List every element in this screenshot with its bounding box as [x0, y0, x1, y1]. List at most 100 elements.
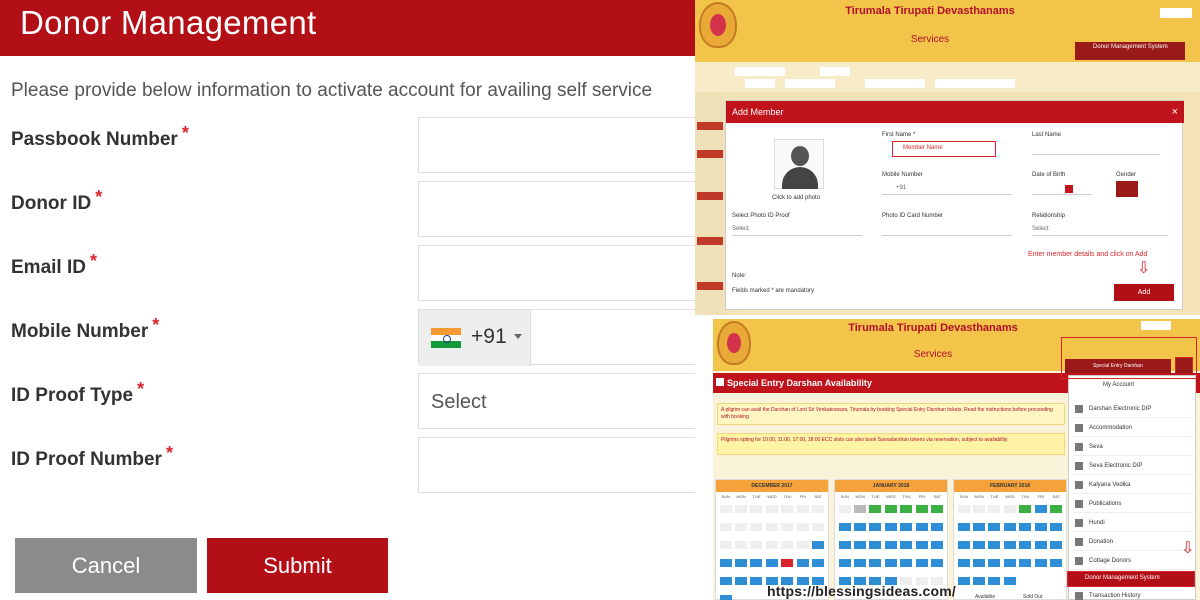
calendar-day[interactable] [750, 541, 763, 549]
add-button[interactable]: Add [1114, 284, 1174, 301]
menu-my-account[interactable]: My Account [1073, 378, 1193, 394]
calendar-day[interactable] [957, 505, 970, 513]
calendar-day[interactable] [811, 541, 824, 549]
calendar-day[interactable] [973, 541, 986, 549]
calendar-day[interactable] [811, 559, 824, 567]
calendar-day[interactable] [854, 505, 867, 513]
calendar-day[interactable] [957, 577, 970, 585]
calendar-day[interactable] [869, 541, 882, 549]
close-icon[interactable]: × [1172, 101, 1178, 123]
menu-item-8[interactable]: Cottage Donors [1073, 554, 1193, 570]
calendar-day[interactable] [973, 523, 986, 531]
calendar-day[interactable] [1003, 541, 1016, 549]
calendar-day[interactable] [735, 541, 748, 549]
calendar-day[interactable] [750, 523, 763, 531]
calendar-day[interactable] [796, 505, 809, 513]
menu-item-2[interactable]: Seva [1073, 440, 1193, 456]
calendar-day[interactable] [838, 559, 851, 567]
calendar-day[interactable] [811, 505, 824, 513]
donor-management-menu-button[interactable]: Donor Management System [1075, 42, 1185, 60]
calendar-day[interactable] [1003, 559, 1016, 567]
calendar-day[interactable] [1003, 523, 1016, 531]
calendar-day[interactable] [1049, 523, 1062, 531]
calendar-day[interactable] [719, 541, 732, 549]
id-proof-number-input[interactable] [418, 437, 695, 493]
calendar-day[interactable] [930, 541, 943, 549]
calendar-day[interactable] [1019, 505, 1032, 513]
calendar-day[interactable] [781, 523, 794, 531]
passbook-number-input[interactable] [418, 117, 695, 173]
calendar-day[interactable] [765, 559, 778, 567]
menu-item-4[interactable]: Kalyana Vedika [1073, 478, 1193, 494]
calendar-day[interactable] [750, 505, 763, 513]
country-code-dropdown[interactable]: +91 [419, 310, 531, 366]
calendar-day[interactable] [930, 559, 943, 567]
calendar-day[interactable] [854, 523, 867, 531]
calendar-day[interactable] [1034, 523, 1047, 531]
calendar-day[interactable] [988, 577, 1001, 585]
calendar-day[interactable] [1034, 505, 1047, 513]
top-link[interactable] [1160, 8, 1192, 18]
calendar-day[interactable] [838, 505, 851, 513]
calendar-day[interactable] [765, 505, 778, 513]
calendar-day[interactable] [735, 577, 748, 585]
calendar-day[interactable] [765, 541, 778, 549]
calendar-day[interactable] [1049, 541, 1062, 549]
menu-item-5[interactable]: Publications [1073, 497, 1193, 513]
calendar-day[interactable] [735, 505, 748, 513]
login-link[interactable] [1141, 321, 1171, 330]
calendar-day[interactable] [781, 505, 794, 513]
calendar-day[interactable] [884, 523, 897, 531]
first-name-input[interactable]: Member Name [892, 141, 996, 157]
calendar-day[interactable] [915, 559, 928, 567]
calendar-day[interactable] [750, 577, 763, 585]
calendar-day[interactable] [900, 559, 913, 567]
calendar-day[interactable] [854, 541, 867, 549]
calendar-day[interactable] [900, 505, 913, 513]
calendar-day[interactable] [750, 559, 763, 567]
calendar-day[interactable] [900, 541, 913, 549]
calendar-day[interactable] [796, 523, 809, 531]
calendar-day[interactable] [988, 505, 1001, 513]
calendar-day[interactable] [957, 541, 970, 549]
mobile-number-input[interactable]: +91 [418, 309, 695, 366]
calendar-day[interactable] [988, 523, 1001, 531]
calendar-day[interactable] [930, 505, 943, 513]
avatar-placeholder-icon[interactable] [774, 139, 824, 189]
calendar-day[interactable] [811, 523, 824, 531]
calendar-day[interactable] [1019, 541, 1032, 549]
menu-item-1[interactable]: Accommodation [1073, 421, 1193, 437]
menu-item-7[interactable]: Donation [1073, 535, 1193, 551]
calendar-day[interactable] [719, 505, 732, 513]
calendar-day[interactable] [838, 541, 851, 549]
dob-input[interactable] [1032, 181, 1092, 195]
calendar-grid[interactable] [954, 499, 1066, 593]
calendar-day[interactable] [884, 505, 897, 513]
calendar-day[interactable] [869, 523, 882, 531]
calendar-day[interactable] [973, 505, 986, 513]
home-icon[interactable] [716, 378, 724, 386]
calendar-day[interactable] [735, 523, 748, 531]
calendar-day[interactable] [719, 577, 732, 585]
last-name-input[interactable] [1032, 141, 1160, 155]
calendar-day[interactable] [796, 559, 809, 567]
calendar-day[interactable] [781, 559, 794, 567]
calendar-day[interactable] [957, 523, 970, 531]
calendar-day[interactable] [884, 541, 897, 549]
calendar-grid[interactable] [835, 499, 947, 593]
id-proof-type-select[interactable]: Select [418, 373, 695, 429]
calendar-day[interactable] [854, 559, 867, 567]
menu-item-6[interactable]: Hundi [1073, 516, 1193, 532]
calendar-day[interactable] [765, 523, 778, 531]
calendar-day[interactable] [869, 559, 882, 567]
calendar-day[interactable] [988, 541, 1001, 549]
calendar-day[interactable] [1003, 577, 1016, 585]
calendar-day[interactable] [1019, 559, 1032, 567]
calendar-day[interactable] [838, 523, 851, 531]
calendar-day[interactable] [781, 541, 794, 549]
menu-item-0[interactable]: Darshan Electronic DIP [1073, 402, 1193, 418]
calendar-day[interactable] [1034, 541, 1047, 549]
menu-item-transaction-history[interactable]: Transaction History [1073, 589, 1193, 600]
calendar-day[interactable] [735, 559, 748, 567]
email-input[interactable] [418, 245, 695, 301]
